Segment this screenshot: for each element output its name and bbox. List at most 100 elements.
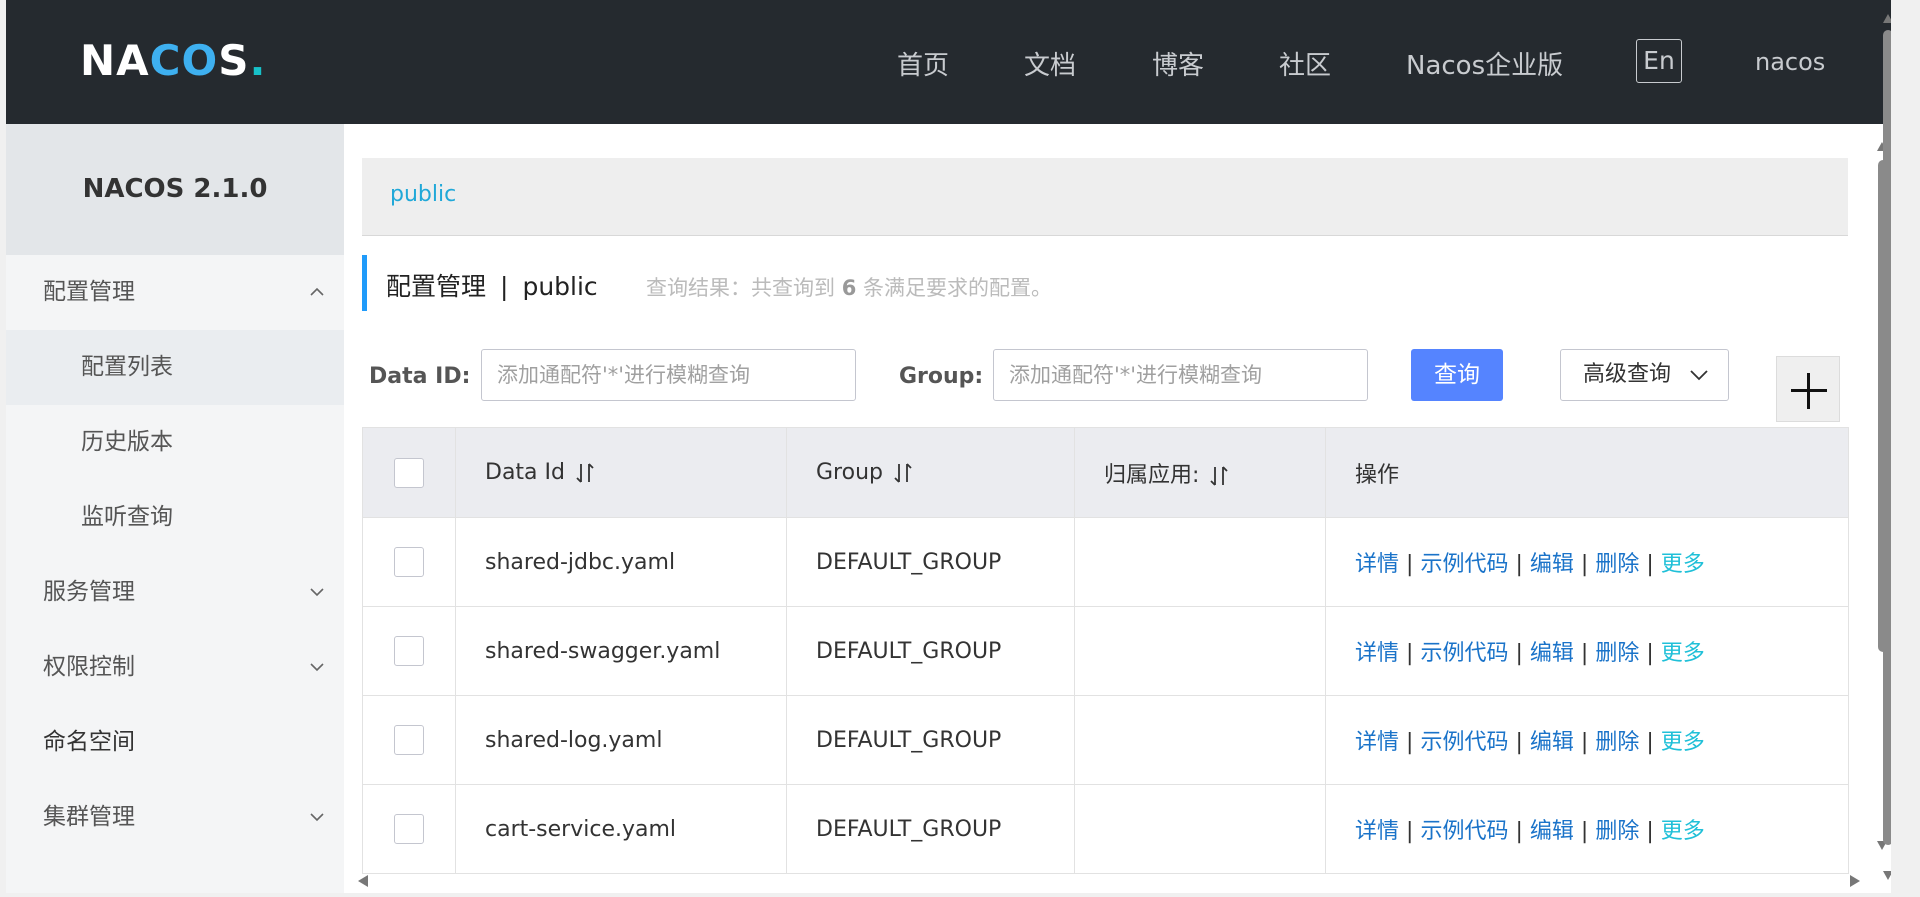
window-scrollbar[interactable] <box>1881 0 1891 893</box>
sidebar-item-label: 权限控制 <box>43 654 135 680</box>
action-edit-link[interactable]: 编辑 <box>1530 730 1574 755</box>
table-row: cart-service.yaml DEFAULT_GROUP 详情 | 示例代码 |… <box>362 784 1849 874</box>
app-window: NACOS. 首页 文档 博客 社区 Nacos企业版 En nacos NAC… <box>6 0 1891 893</box>
scroll-right-arrow-icon[interactable] <box>1848 874 1862 888</box>
cell-data-id: shared-jdbc.yaml <box>455 517 787 607</box>
sidebar-item-label: 配置管理 <box>43 279 135 305</box>
col-data-id[interactable]: Data Id <box>455 427 787 518</box>
col-label: 归属应用: <box>1104 462 1200 488</box>
add-config-button[interactable] <box>1776 356 1840 422</box>
sidebar-item-label: 命名空间 <box>43 729 135 755</box>
cell-app <box>1074 695 1326 785</box>
row-select-cell <box>362 695 456 785</box>
col-label: Data Id <box>485 460 565 485</box>
action-detail-link[interactable]: 详情 <box>1355 641 1399 666</box>
result-count: 6 <box>841 276 857 300</box>
language-toggle-button[interactable]: En <box>1636 39 1682 83</box>
action-sample-code-link[interactable]: 示例代码 <box>1420 730 1508 755</box>
row-checkbox[interactable] <box>394 814 424 844</box>
action-detail-link[interactable]: 详情 <box>1355 819 1399 844</box>
cell-app <box>1074 606 1326 696</box>
plus-icon-stem <box>1807 373 1810 409</box>
row-select-cell <box>362 606 456 696</box>
select-all-cell <box>362 427 456 518</box>
row-checkbox[interactable] <box>394 547 424 577</box>
row-select-cell <box>362 784 456 874</box>
col-app[interactable]: 归属应用: <box>1074 427 1326 518</box>
user-menu[interactable]: nacos <box>1755 48 1825 76</box>
sort-icon[interactable] <box>1209 464 1229 488</box>
sidebar-item-config-list[interactable]: 配置列表 <box>6 330 344 405</box>
nav-community[interactable]: 社区 <box>1279 45 1331 82</box>
sidebar-item-service-management[interactable]: 服务管理 <box>6 555 344 630</box>
sort-icon[interactable] <box>893 461 913 485</box>
chevron-up-icon <box>310 287 324 296</box>
cell-group: DEFAULT_GROUP <box>786 695 1075 785</box>
sidebar-item-config-management[interactable]: 配置管理 <box>6 255 344 330</box>
sidebar-item-namespace[interactable]: 命名空间 <box>6 705 344 780</box>
chevron-down-icon <box>310 813 324 822</box>
window-scrollbar-thumb[interactable] <box>1883 30 1891 845</box>
namespace-tab-public[interactable]: public <box>390 182 456 207</box>
row-checkbox[interactable] <box>394 725 424 755</box>
title-separator: | <box>500 272 509 301</box>
nav-blog[interactable]: 博客 <box>1152 45 1204 82</box>
nav-enterprise[interactable]: Nacos企业版 <box>1406 45 1563 82</box>
scroll-left-arrow-icon[interactable] <box>356 874 370 888</box>
page-title-text: 配置管理 <box>386 272 487 301</box>
top-header: NACOS. 首页 文档 博客 社区 Nacos企业版 En nacos <box>6 0 1891 124</box>
action-more-link[interactable]: 更多 <box>1661 730 1705 755</box>
sidebar-item-label: 集群管理 <box>43 804 135 830</box>
data-id-input[interactable] <box>481 349 856 401</box>
nacos-logo[interactable]: NACOS. <box>80 36 266 85</box>
action-delete-link[interactable]: 删除 <box>1595 819 1639 844</box>
action-sample-code-link[interactable]: 示例代码 <box>1420 552 1508 577</box>
query-button[interactable]: 查询 <box>1411 349 1503 401</box>
action-delete-link[interactable]: 删除 <box>1595 552 1639 577</box>
col-label: Group <box>816 460 883 485</box>
advanced-query-label: 高级查询 <box>1583 362 1672 387</box>
sidebar-item-cluster-management[interactable]: 集群管理 <box>6 780 344 855</box>
action-sample-code-link[interactable]: 示例代码 <box>1420 641 1508 666</box>
config-table: Data Id Group 归属应用: 操作 shared-jdbc.yaml … <box>362 427 1849 874</box>
action-more-link[interactable]: 更多 <box>1661 819 1705 844</box>
action-edit-link[interactable]: 编辑 <box>1530 552 1574 577</box>
namespace-bar: public <box>362 158 1848 236</box>
advanced-query-button[interactable]: 高级查询 <box>1560 349 1729 401</box>
data-id-label: Data ID: <box>369 364 471 389</box>
result-prefix: 查询结果：共查询到 <box>646 276 835 300</box>
sidebar-title: NACOS 2.1.0 <box>6 124 344 255</box>
chevron-down-icon <box>310 588 324 597</box>
action-detail-link[interactable]: 详情 <box>1355 552 1399 577</box>
select-all-checkbox[interactable] <box>394 457 424 488</box>
page-title: 配置管理 | public <box>386 267 598 303</box>
row-select-cell <box>362 517 456 607</box>
sidebar-item-listener-query[interactable]: 监听查询 <box>6 480 344 555</box>
cell-actions: 详情 | 示例代码 | 编辑 | 删除 | 更多 <box>1325 784 1849 874</box>
sidebar-item-access-control[interactable]: 权限控制 <box>6 630 344 705</box>
nav-docs[interactable]: 文档 <box>1024 45 1076 82</box>
scroll-up-arrow-icon[interactable] <box>1882 12 1891 24</box>
sort-icon[interactable] <box>575 461 595 485</box>
action-more-link[interactable]: 更多 <box>1661 641 1705 666</box>
action-delete-link[interactable]: 删除 <box>1595 730 1639 755</box>
group-input[interactable] <box>993 349 1368 401</box>
action-edit-link[interactable]: 编辑 <box>1530 819 1574 844</box>
action-more-link[interactable]: 更多 <box>1661 552 1705 577</box>
table-row: shared-swagger.yaml DEFAULT_GROUP 详情 | 示例代… <box>362 606 1849 696</box>
cell-group: DEFAULT_GROUP <box>786 517 1075 607</box>
action-edit-link[interactable]: 编辑 <box>1530 641 1574 666</box>
action-delete-link[interactable]: 删除 <box>1595 641 1639 666</box>
main-content: public 配置管理 | public 查询结果：共查询到 6 条满足要求的配置。… <box>344 124 1891 893</box>
action-detail-link[interactable]: 详情 <box>1355 730 1399 755</box>
result-suffix: 条满足要求的配置。 <box>863 276 1052 300</box>
chevron-down-icon <box>310 663 324 672</box>
col-group[interactable]: Group <box>786 427 1075 518</box>
scroll-down-arrow-icon[interactable] <box>1882 870 1891 882</box>
row-checkbox[interactable] <box>394 636 424 666</box>
nav-home[interactable]: 首页 <box>897 45 949 82</box>
col-operations: 操作 <box>1325 427 1849 518</box>
action-sample-code-link[interactable]: 示例代码 <box>1420 819 1508 844</box>
sidebar-item-label: 配置列表 <box>81 354 173 380</box>
sidebar-item-history[interactable]: 历史版本 <box>6 405 344 480</box>
